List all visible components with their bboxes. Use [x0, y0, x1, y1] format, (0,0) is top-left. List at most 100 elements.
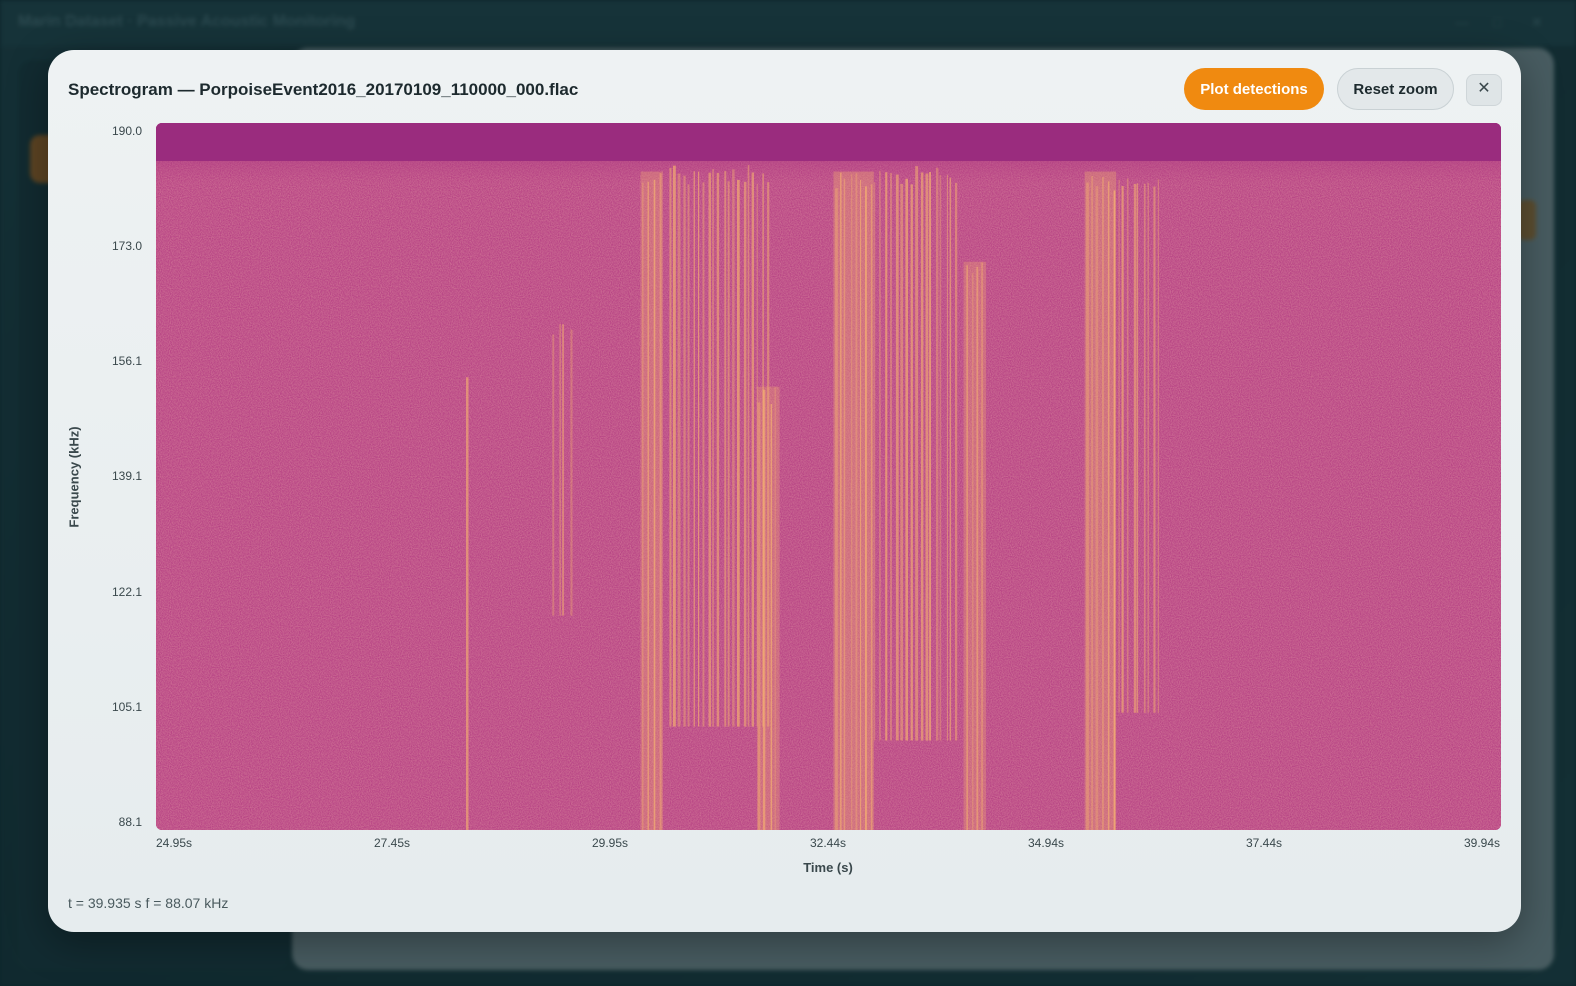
click-line [770, 404, 773, 830]
close-button[interactable]: ✕ [1466, 74, 1502, 106]
click-line [737, 180, 740, 727]
click-line [976, 266, 979, 830]
click-line [716, 172, 720, 727]
x-tick-label: 32.44s [810, 836, 847, 850]
detection-event [640, 171, 663, 830]
x-tick-label: 29.95s [592, 836, 629, 850]
click-line [647, 181, 649, 830]
click-line [874, 182, 876, 741]
click-line [955, 182, 958, 741]
spectrogram-noise [156, 123, 1501, 830]
click-line [939, 175, 942, 741]
x-tick-label: 24.95s [156, 836, 193, 850]
click-line [1126, 178, 1129, 713]
click-line [1147, 182, 1149, 713]
x-tick-label: 37.44s [1246, 836, 1283, 850]
y-axis-label: Frequency (kHz) [66, 426, 82, 528]
reset-zoom-button[interactable]: Reset zoom [1337, 68, 1454, 110]
cursor-readout: t = 39.935 s f = 88.07 kHz [68, 895, 229, 911]
click-line [747, 165, 750, 727]
click-line [925, 173, 929, 741]
click-line [1102, 177, 1104, 830]
detection-event [833, 171, 874, 830]
click-line [895, 174, 899, 741]
y-tick-label: 88.1 [118, 815, 142, 829]
y-tick-label: 139.1 [111, 469, 142, 483]
click-line [677, 173, 681, 727]
click-line [870, 184, 873, 830]
close-icon: ✕ [1477, 80, 1491, 97]
detection-event [1084, 171, 1117, 830]
x-tick-label: 39.94s [1464, 836, 1501, 850]
click-line [702, 182, 705, 727]
click-line [724, 171, 727, 727]
click-line [1086, 182, 1089, 830]
click-line [570, 329, 573, 616]
click-line [905, 178, 908, 741]
click-line [966, 265, 968, 830]
click-line [835, 188, 838, 830]
y-tick-label: 173.0 [111, 239, 142, 253]
plot-detections-button[interactable]: Plot detections [1184, 68, 1324, 110]
y-tick-label: 105.1 [111, 700, 142, 714]
click-line [552, 334, 555, 616]
y-tick-label: 190.0 [111, 124, 142, 138]
click-line [860, 179, 862, 830]
click-line [712, 169, 714, 727]
click-line [843, 178, 846, 830]
spectrogram-canvas[interactable] [156, 123, 1501, 830]
click-line [642, 182, 644, 830]
click-line [683, 175, 686, 727]
y-tick-label: 122.1 [111, 585, 142, 599]
spectrogram-plot[interactable] [156, 123, 1501, 830]
click-line [840, 172, 842, 830]
click-line [920, 172, 924, 741]
click-line [890, 173, 892, 741]
click-line [762, 389, 766, 830]
click-line [774, 387, 776, 830]
click-line [936, 167, 939, 741]
click-line [708, 172, 711, 727]
click-line [946, 174, 948, 741]
click-line [1153, 186, 1156, 713]
click-line [669, 167, 672, 727]
click-line [972, 273, 974, 830]
click-line [698, 171, 700, 727]
x-tick-label: 27.45s [374, 836, 411, 850]
spectrogram-modal: Spectrogram — PorpoiseEvent2016_20170109… [48, 50, 1521, 932]
click-line [687, 184, 690, 727]
click-line [910, 184, 913, 741]
click-line [659, 173, 662, 830]
click-line [1107, 181, 1110, 830]
click-line [1143, 183, 1146, 713]
click-line [929, 172, 931, 741]
click-line [1121, 186, 1124, 713]
click-line [855, 173, 858, 830]
detection-event [963, 261, 986, 830]
click-line [559, 324, 561, 616]
detection-event [757, 386, 780, 830]
spectrogram-top-band-solid [156, 123, 1501, 161]
click-line [727, 181, 730, 727]
click-line [757, 402, 761, 830]
click-line [466, 377, 469, 830]
y-tick-label: 156.1 [111, 354, 142, 368]
click-line [672, 165, 676, 727]
click-line [1095, 186, 1099, 830]
click-line [1113, 190, 1116, 830]
click-line [562, 324, 564, 616]
x-tick-label: 34.94s [1028, 836, 1065, 850]
click-line [851, 174, 853, 830]
modal-title: Spectrogram — PorpoiseEvent2016_20170109… [68, 80, 579, 99]
click-line [1118, 179, 1120, 713]
x-axis-label: Time (s) [803, 860, 853, 875]
click-line [693, 171, 695, 727]
click-line [865, 186, 867, 830]
click-line [915, 166, 919, 741]
click-line [949, 177, 952, 741]
click-line [732, 169, 735, 727]
detection-event [466, 377, 469, 830]
click-line [981, 262, 983, 830]
click-line [751, 172, 754, 727]
click-line [885, 172, 888, 741]
